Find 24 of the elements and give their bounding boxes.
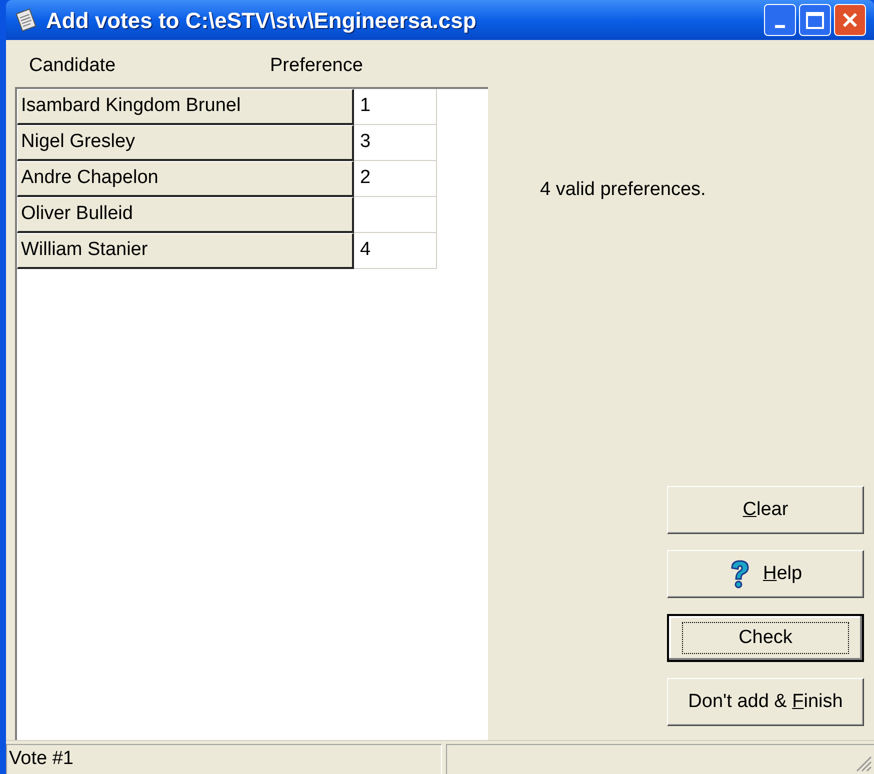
- preference-cell[interactable]: 4: [354, 233, 437, 269]
- dialog-button[interactable]: Clear: [667, 486, 864, 534]
- close-icon: [841, 11, 859, 29]
- preference-cell[interactable]: [354, 197, 437, 233]
- row-header-cell: William Stanier: [17, 233, 354, 269]
- preference-cell[interactable]: 3: [354, 125, 437, 161]
- preference-cell[interactable]: 2: [354, 161, 437, 197]
- help-button[interactable]: Help: [667, 550, 864, 598]
- row-header-cell: Isambard Kingdom Brunel: [17, 89, 354, 125]
- question-mark-icon: [728, 559, 751, 589]
- preference-cell[interactable]: 1: [354, 89, 437, 125]
- maximize-button[interactable]: [799, 4, 831, 36]
- row-header-cell: Oliver Bulleid: [17, 197, 354, 233]
- dialog-button[interactable]: Check: [667, 614, 864, 662]
- column-header: Preference: [270, 54, 363, 78]
- status-message: 4 valid preferences.: [540, 178, 707, 202]
- dialog-button[interactable]: Don't add & Finish: [667, 678, 864, 726]
- column-header: Candidate: [28, 54, 117, 78]
- status-bar-text: Vote #1: [6, 744, 442, 774]
- window-title: Add votes to C:\eSTV\stv\Engineersa.csp: [46, 6, 478, 35]
- minimize-button[interactable]: [764, 4, 796, 36]
- close-button[interactable]: [834, 4, 866, 36]
- row-header-cell: Andre Chapelon: [17, 161, 354, 197]
- row-header-cell: Nigel Gresley: [17, 125, 354, 161]
